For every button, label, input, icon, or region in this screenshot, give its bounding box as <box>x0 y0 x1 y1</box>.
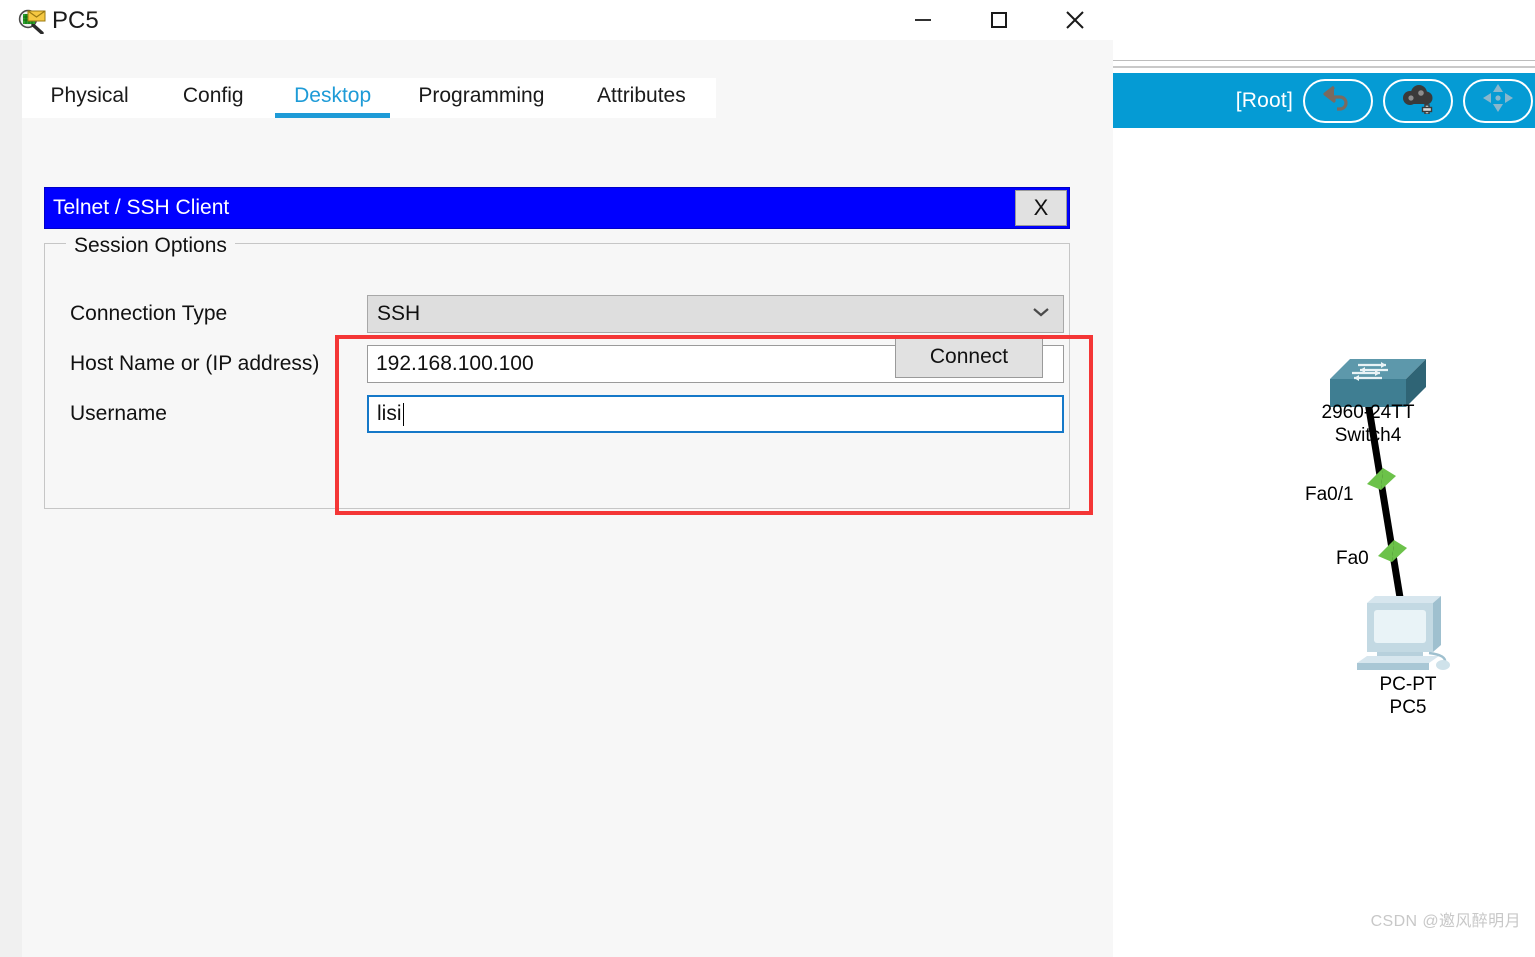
username-input[interactable]: lisi <box>367 395 1064 433</box>
switch-model: 2960-24TT <box>1321 402 1415 423</box>
interface-label-a: Fa0/1 <box>1305 484 1354 505</box>
tab-strip: Physical Config Desktop Programming Attr… <box>22 78 716 118</box>
username-value: lisi <box>377 402 402 425</box>
packet-inspect-icon <box>18 8 46 35</box>
window-title: PC5 <box>52 7 99 34</box>
pt-divider <box>1113 60 1535 61</box>
window-controls <box>885 0 1113 40</box>
tab-desktop[interactable]: Desktop <box>269 78 396 118</box>
host-name-label: Host Name or (IP address) <box>70 352 320 375</box>
back-arrow-icon <box>1321 83 1355 118</box>
add-cluster-cloud-icon <box>1399 82 1437 119</box>
csdn-watermark: CSDN @邀风醉明月 <box>1370 913 1521 930</box>
connection-type-label: Connection Type <box>70 302 228 325</box>
tab-physical[interactable]: Physical <box>22 78 157 118</box>
minimize-icon <box>911 8 935 32</box>
telnet-client-header: Telnet / SSH Client X <box>44 187 1070 229</box>
pc-device-label: PC-PT PC5 <box>1318 673 1498 719</box>
interface-label-b: Fa0 <box>1336 548 1369 569</box>
username-row: Username <box>70 402 167 426</box>
host-name-row: Host Name or (IP address) <box>70 352 319 376</box>
switch-name: Switch4 <box>1334 425 1402 446</box>
session-options-legend: Session Options <box>66 234 235 258</box>
tab-physical-label: Physical <box>50 84 129 107</box>
minimize-button[interactable] <box>885 0 961 40</box>
packet-tracer-app: [Root] 2960-24TT Switch4 Fa0/1 Fa0 PC-PT… <box>1113 0 1535 957</box>
text-caret <box>402 402 404 426</box>
connect-button-label: Connect <box>929 345 1009 368</box>
pt-divider-secondary <box>1113 66 1535 68</box>
connection-type-dropdown[interactable]: SSH <box>367 295 1064 333</box>
window-titlebar[interactable]: PC5 <box>0 0 1113 40</box>
pc-name: PC5 <box>1389 697 1427 718</box>
back-button[interactable] <box>1303 78 1373 123</box>
host-name-value: 192.168.100.100 <box>376 352 534 375</box>
root-breadcrumb-label: [Root] <box>1235 88 1293 112</box>
tab-content-desktop: Telnet / SSH Client X Session Options Co… <box>22 118 1113 957</box>
topology-canvas[interactable]: 2960-24TT Switch4 Fa0/1 Fa0 PC-PT PC5 CSDN… <box>1113 128 1535 957</box>
maximize-button[interactable] <box>961 0 1037 40</box>
tab-attributes[interactable]: Attributes <box>567 78 716 118</box>
connection-type-value: SSH <box>377 302 421 325</box>
chevron-down-icon <box>1032 305 1050 323</box>
tab-attributes-label: Attributes <box>597 84 686 107</box>
new-cluster-button[interactable] <box>1383 78 1453 123</box>
pc-device-icon[interactable] <box>1353 593 1461 675</box>
pt-navigation-toolbar: [Root] <box>1113 73 1535 128</box>
move-object-icon <box>1480 81 1516 120</box>
pc-tab-panel: Physical Config Desktop Programming Attr… <box>22 40 1113 957</box>
tab-programming[interactable]: Programming <box>396 78 567 118</box>
pc-model: PC-PT <box>1379 674 1437 695</box>
move-object-button[interactable] <box>1463 78 1533 123</box>
tab-config-label: Config <box>182 84 244 107</box>
tab-desktop-label: Desktop <box>294 84 372 107</box>
pc5-window: PC5 Physical Config Desktop Programming … <box>0 0 1113 957</box>
switch-device-label: 2960-24TT Switch4 <box>1273 401 1463 447</box>
screen: [Root] 2960-24TT Switch4 Fa0/1 Fa0 PC-PT… <box>0 0 1535 957</box>
tab-programming-label: Programming <box>418 84 545 107</box>
maximize-icon <box>987 8 1011 32</box>
link-cable <box>1362 389 1409 629</box>
telnet-client-close-button[interactable]: X <box>1015 190 1067 226</box>
telnet-close-label: X <box>1033 195 1049 220</box>
close-icon <box>1061 6 1089 34</box>
connect-button[interactable]: Connect <box>895 336 1043 378</box>
connection-type-row: Connection Type <box>70 302 227 326</box>
pt-top-gap <box>1113 0 1535 60</box>
username-label: Username <box>70 402 167 425</box>
telnet-client-title: Telnet / SSH Client <box>53 196 230 219</box>
close-button[interactable] <box>1037 0 1113 40</box>
tab-config[interactable]: Config <box>157 78 269 118</box>
